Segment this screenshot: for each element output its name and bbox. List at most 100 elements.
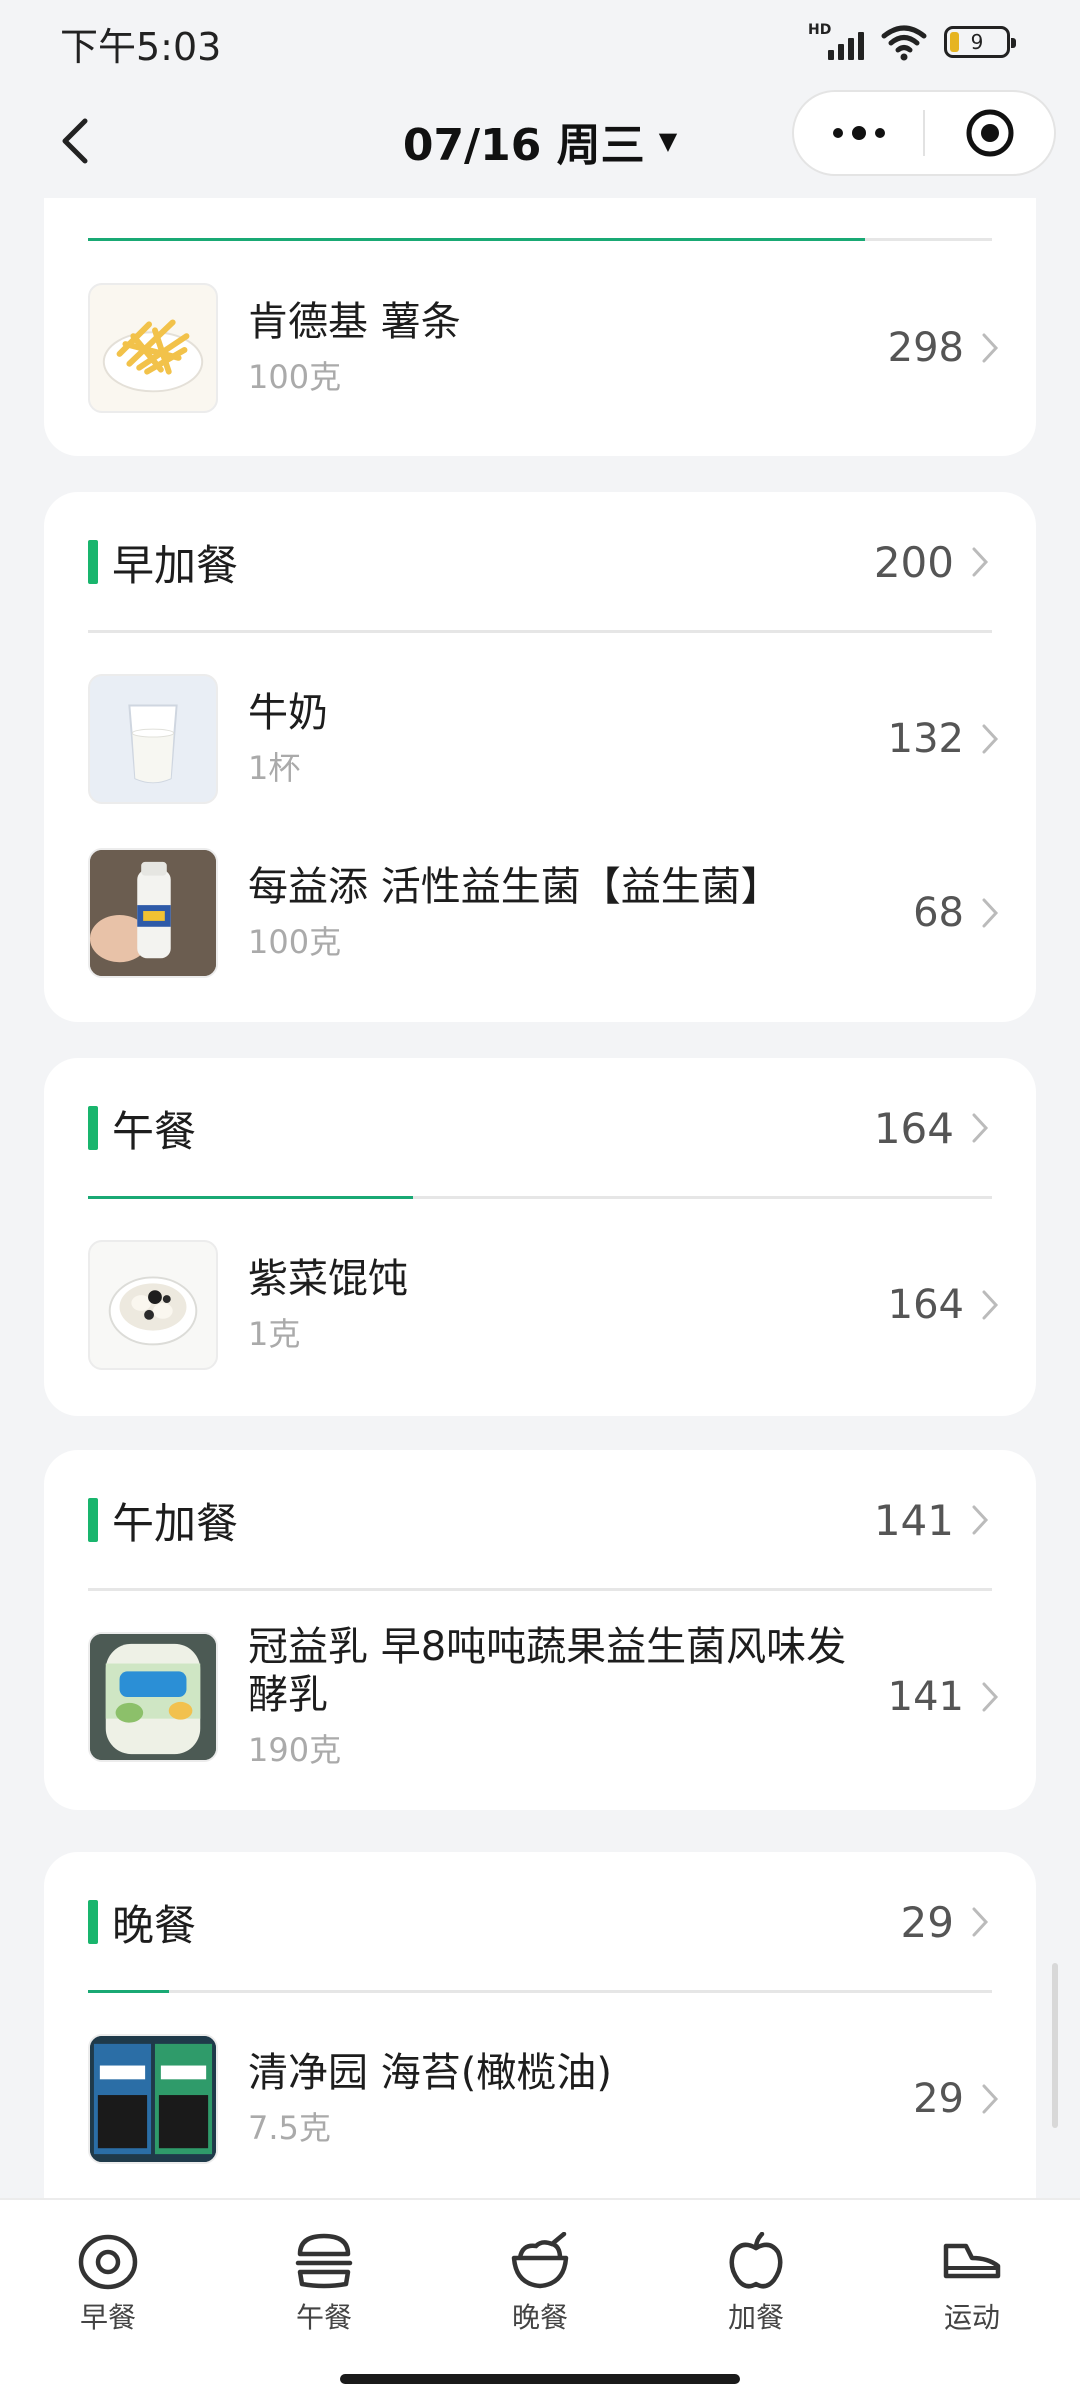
food-row[interactable]: 冠益乳 早8吨吨蔬果益生菌风味发酵乳 190克 141 <box>88 1624 1002 1769</box>
food-name: 牛奶 <box>248 690 328 736</box>
fries-thumb <box>88 283 218 413</box>
progress-bar <box>88 1588 992 1591</box>
egg-icon <box>76 2232 140 2290</box>
food-amount: 100克 <box>248 923 342 961</box>
progress-bar <box>88 1990 992 1993</box>
yogurt-image <box>90 1634 216 1760</box>
meal-kcal: 29 <box>900 1897 954 1947</box>
caret-down-icon: ▼ <box>658 127 678 155</box>
tab-lunch[interactable]: 午餐 <box>216 2200 432 2356</box>
food-row[interactable]: 肯德基 薯条 100克 298 <box>88 283 1002 413</box>
page-title: 07/16 周三 <box>402 120 645 171</box>
food-name: 紫菜馄饨 <box>248 1256 408 1302</box>
meal-card-morning-snack: 早加餐 200 牛奶 1杯 132 每益添 活性益生菌【益生菌】 100克 68 <box>44 492 1036 1022</box>
bottom-tab-bar: 早餐 午餐 晚餐 加餐 运动 <box>0 2198 1080 2356</box>
chevron-right-icon <box>982 1682 999 1712</box>
more-button[interactable] <box>794 92 923 174</box>
tab-label: 午餐 <box>295 2301 352 2334</box>
progress-bar <box>88 630 992 633</box>
meal-header[interactable]: 午餐 164 <box>88 1098 992 1158</box>
meal-card-dinner: 晚餐 29 清净园 海苔(橄榄油) 7.5克 29 <box>44 1852 1036 2198</box>
food-kcal: 164 <box>887 1282 964 1328</box>
tab-label: 加餐 <box>727 2301 784 2334</box>
meal-kcal: 200 <box>873 537 954 587</box>
fries-image <box>102 319 204 393</box>
food-row[interactable]: 清净园 海苔(橄榄油) 7.5克 29 <box>88 2034 1002 2164</box>
food-name: 清净园 海苔(橄榄油) <box>248 2050 612 2096</box>
status-bar: 下午5:03 HD 9 <box>0 0 1080 84</box>
food-name: 冠益乳 早8吨吨蔬果益生菌风味发酵乳 <box>248 1624 847 1718</box>
food-name: 每益添 活性益生菌【益生菌】 <box>248 864 781 910</box>
tab-label: 早餐 <box>79 2301 136 2334</box>
food-row[interactable]: 牛奶 1杯 132 <box>88 674 1002 804</box>
chevron-right-icon <box>982 1290 999 1320</box>
rice-bowl-icon <box>508 2232 572 2290</box>
battery-icon: 9 <box>944 26 1016 58</box>
food-amount: 1杯 <box>248 749 301 787</box>
food-amount: 100克 <box>248 358 342 396</box>
miniprogram-capsule <box>792 90 1056 176</box>
battery-level: 9 <box>970 30 984 54</box>
seaweed-image <box>90 2036 216 2162</box>
wonton-thumb <box>88 1240 218 1370</box>
probiotic-bottle-thumb <box>88 848 218 978</box>
seaweed-thumb <box>88 2034 218 2164</box>
burger-icon <box>292 2232 356 2290</box>
tab-label: 运动 <box>943 2301 1000 2334</box>
tab-exercise[interactable]: 运动 <box>864 2200 1080 2356</box>
scrollbar[interactable] <box>1052 1963 1058 2128</box>
food-amount: 7.5克 <box>248 2109 331 2147</box>
apple-icon <box>724 2232 788 2290</box>
food-row[interactable]: 紫菜馄饨 1克 164 <box>88 1240 1002 1370</box>
close-button[interactable] <box>925 92 1054 174</box>
tab-snack[interactable]: 加餐 <box>648 2200 864 2356</box>
accent-bar <box>88 540 98 584</box>
chevron-right-icon <box>972 1505 989 1535</box>
food-kcal: 29 <box>913 2076 964 2122</box>
accent-bar <box>88 1106 98 1150</box>
milk-image <box>128 704 178 784</box>
progress-bar <box>88 238 992 241</box>
meal-title: 晚餐 <box>112 1900 197 1950</box>
probiotic-image <box>90 850 216 976</box>
food-kcal: 68 <box>913 890 964 936</box>
meal-card-breakfast: 肯德基 薯条 100克 298 <box>44 198 1036 456</box>
wonton-image <box>108 1276 198 1346</box>
meal-header[interactable]: 晚餐 29 <box>88 1892 992 1952</box>
meal-header[interactable]: 午加餐 141 <box>88 1490 992 1550</box>
sneaker-icon <box>940 2232 1004 2290</box>
tab-dinner[interactable]: 晚餐 <box>432 2200 648 2356</box>
home-indicator[interactable] <box>340 2374 740 2384</box>
chevron-right-icon <box>972 1907 989 1937</box>
meal-title: 午加餐 <box>112 1498 239 1548</box>
status-time: 下午5:03 <box>60 25 222 69</box>
yogurt-bottle-thumb <box>88 1632 218 1762</box>
meal-kcal: 164 <box>873 1103 954 1153</box>
nav-bar: 07/16 周三 ▼ <box>0 84 1080 198</box>
meal-list[interactable]: 肯德基 薯条 100克 298 早加餐 200 牛奶 1杯 132 每益添 活性… <box>0 198 1080 2198</box>
more-dot-icon <box>832 128 843 138</box>
chevron-right-icon <box>982 724 999 754</box>
accent-bar <box>88 1498 98 1542</box>
meal-card-afternoon-snack: 午加餐 141 冠益乳 早8吨吨蔬果益生菌风味发酵乳 190克 141 <box>44 1450 1036 1810</box>
more-dot-icon <box>851 126 866 140</box>
chevron-right-icon <box>972 547 989 577</box>
chevron-right-icon <box>982 898 999 928</box>
food-row[interactable]: 每益添 活性益生菌【益生菌】 100克 68 <box>88 848 1002 978</box>
meal-title: 早加餐 <box>112 540 239 590</box>
food-kcal: 141 <box>887 1674 964 1720</box>
meal-header[interactable]: 早加餐 200 <box>88 532 992 592</box>
food-amount: 190克 <box>248 1731 342 1769</box>
food-kcal: 132 <box>887 716 964 762</box>
meal-title: 午餐 <box>112 1106 197 1156</box>
chevron-right-icon <box>982 2084 999 2114</box>
chevron-right-icon <box>982 333 999 363</box>
wifi-icon <box>881 25 927 61</box>
chevron-right-icon <box>972 1113 989 1143</box>
food-kcal: 298 <box>887 325 964 371</box>
accent-bar <box>88 1900 98 1944</box>
more-dot-icon <box>874 128 885 138</box>
tab-breakfast[interactable]: 早餐 <box>0 2200 216 2356</box>
progress-bar <box>88 1196 992 1199</box>
meal-kcal: 141 <box>873 1495 954 1545</box>
